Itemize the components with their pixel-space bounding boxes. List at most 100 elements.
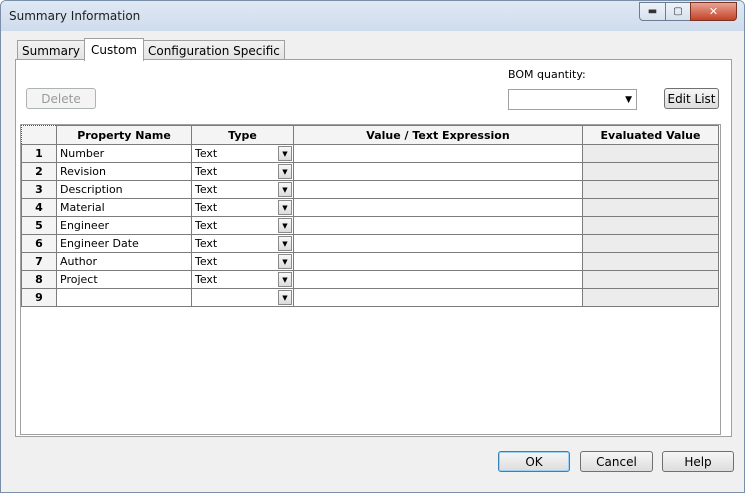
property-name-cell[interactable]: Material — [56, 198, 192, 217]
minimize-icon: ▬ — [647, 6, 658, 17]
chevron-down-icon[interactable]: ▼ — [278, 218, 292, 233]
row-number[interactable]: 7 — [21, 252, 57, 271]
table-row: 8 Project Text ▼ — [21, 270, 719, 289]
minimize-button[interactable]: ▬ — [639, 2, 666, 21]
maximize-button[interactable]: ▢ — [665, 2, 691, 21]
header-corner[interactable] — [21, 125, 57, 145]
row-number[interactable]: 1 — [21, 144, 57, 163]
header-property-name[interactable]: Property Name — [56, 125, 192, 145]
row-number[interactable]: 3 — [21, 180, 57, 199]
close-button[interactable]: ✕ — [690, 2, 737, 21]
bom-quantity-label: BOM quantity: — [508, 68, 586, 81]
property-name-cell[interactable]: Description — [56, 180, 192, 199]
chevron-down-icon[interactable]: ▼ — [278, 182, 292, 197]
type-cell[interactable]: Text ▼ — [191, 252, 294, 271]
property-name-cell[interactable]: Revision — [56, 162, 192, 181]
type-value: Text — [195, 201, 218, 214]
type-value: Text — [195, 165, 218, 178]
value-cell[interactable] — [293, 162, 583, 181]
value-cell[interactable] — [293, 270, 583, 289]
chevron-down-icon[interactable]: ▼ — [278, 272, 292, 287]
tab-summary[interactable]: Summary — [17, 40, 85, 60]
edit-list-button[interactable]: Edit List — [664, 88, 719, 109]
tab-custom[interactable]: Custom — [84, 38, 144, 61]
evaluated-value-cell — [582, 288, 719, 307]
tab-strip: Summary Custom Configuration Specific — [17, 38, 285, 61]
header-evaluated-value[interactable]: Evaluated Value — [582, 125, 719, 145]
property-name-cell[interactable]: Number — [56, 144, 192, 163]
ok-button[interactable]: OK — [498, 451, 570, 472]
evaluated-value-cell — [582, 144, 719, 163]
type-cell[interactable]: ▼ — [191, 288, 294, 307]
bom-quantity-dropdown[interactable]: ▼ — [508, 89, 637, 110]
evaluated-value-cell — [582, 216, 719, 235]
chevron-down-icon[interactable]: ▼ — [278, 200, 292, 215]
chevron-down-icon[interactable]: ▼ — [278, 146, 292, 161]
table-row: 9 ▼ — [21, 288, 719, 307]
chevron-down-icon: ▼ — [625, 95, 632, 105]
value-cell[interactable] — [293, 216, 583, 235]
type-value: Text — [195, 219, 218, 232]
chevron-down-icon[interactable]: ▼ — [278, 290, 292, 305]
custom-properties-grid: Property Name Type Value / Text Expressi… — [20, 124, 721, 435]
table-row: 4 Material Text ▼ — [21, 198, 719, 217]
property-name-cell[interactable]: Author — [56, 252, 192, 271]
window-title: Summary Information — [9, 9, 141, 23]
type-cell[interactable]: Text ▼ — [191, 162, 294, 181]
chevron-down-icon[interactable]: ▼ — [278, 254, 292, 269]
row-number[interactable]: 4 — [21, 198, 57, 217]
evaluated-value-cell — [582, 198, 719, 217]
evaluated-value-cell — [582, 252, 719, 271]
evaluated-value-cell — [582, 234, 719, 253]
value-cell[interactable] — [293, 180, 583, 199]
type-value: Text — [195, 183, 218, 196]
property-name-cell[interactable]: Engineer Date — [56, 234, 192, 253]
table-row: 7 Author Text ▼ — [21, 252, 719, 271]
row-number[interactable]: 9 — [21, 288, 57, 307]
type-cell[interactable]: Text ▼ — [191, 180, 294, 199]
maximize-icon: ▢ — [673, 6, 683, 17]
value-cell[interactable] — [293, 288, 583, 307]
row-number[interactable]: 5 — [21, 216, 57, 235]
table-row: 5 Engineer Text ▼ — [21, 216, 719, 235]
evaluated-value-cell — [582, 180, 719, 199]
type-cell[interactable]: Text ▼ — [191, 198, 294, 217]
header-value-text-expression[interactable]: Value / Text Expression — [293, 125, 583, 145]
table-row: 1 Number Text ▼ — [21, 144, 719, 163]
table-header-row: Property Name Type Value / Text Expressi… — [21, 125, 719, 145]
row-number[interactable]: 6 — [21, 234, 57, 253]
type-cell[interactable]: Text ▼ — [191, 216, 294, 235]
value-cell[interactable] — [293, 144, 583, 163]
properties-table: Property Name Type Value / Text Expressi… — [21, 125, 719, 307]
cancel-button[interactable]: Cancel — [580, 451, 653, 472]
header-type[interactable]: Type — [191, 125, 294, 145]
evaluated-value-cell — [582, 270, 719, 289]
value-cell[interactable] — [293, 198, 583, 217]
value-cell[interactable] — [293, 252, 583, 271]
summary-information-dialog: Summary Information ▬ ▢ ✕ Summary Custom… — [0, 0, 745, 493]
tab-configuration-specific[interactable]: Configuration Specific — [142, 40, 285, 60]
property-name-cell[interactable]: Project — [56, 270, 192, 289]
evaluated-value-cell — [582, 162, 719, 181]
help-button[interactable]: Help — [662, 451, 734, 472]
property-name-cell[interactable] — [56, 288, 192, 307]
delete-button[interactable]: Delete — [26, 88, 96, 109]
row-number[interactable]: 2 — [21, 162, 57, 181]
type-cell[interactable]: Text ▼ — [191, 234, 294, 253]
custom-tab-panel: Delete BOM quantity: ▼ Edit List Propert… — [15, 59, 732, 437]
table-row: 2 Revision Text ▼ — [21, 162, 719, 181]
chevron-down-icon[interactable]: ▼ — [278, 164, 292, 179]
dialog-body: Summary Custom Configuration Specific De… — [7, 31, 738, 487]
type-value: Text — [195, 147, 218, 160]
title-bar: Summary Information ▬ ▢ ✕ — [1, 1, 744, 31]
chevron-down-icon[interactable]: ▼ — [278, 236, 292, 251]
row-number[interactable]: 8 — [21, 270, 57, 289]
table-row: 6 Engineer Date Text ▼ — [21, 234, 719, 253]
type-cell[interactable]: Text ▼ — [191, 270, 294, 289]
type-value: Text — [195, 237, 218, 250]
value-cell[interactable] — [293, 234, 583, 253]
type-value: Text — [195, 255, 218, 268]
property-name-cell[interactable]: Engineer — [56, 216, 192, 235]
type-cell[interactable]: Text ▼ — [191, 144, 294, 163]
type-value: Text — [195, 273, 218, 286]
